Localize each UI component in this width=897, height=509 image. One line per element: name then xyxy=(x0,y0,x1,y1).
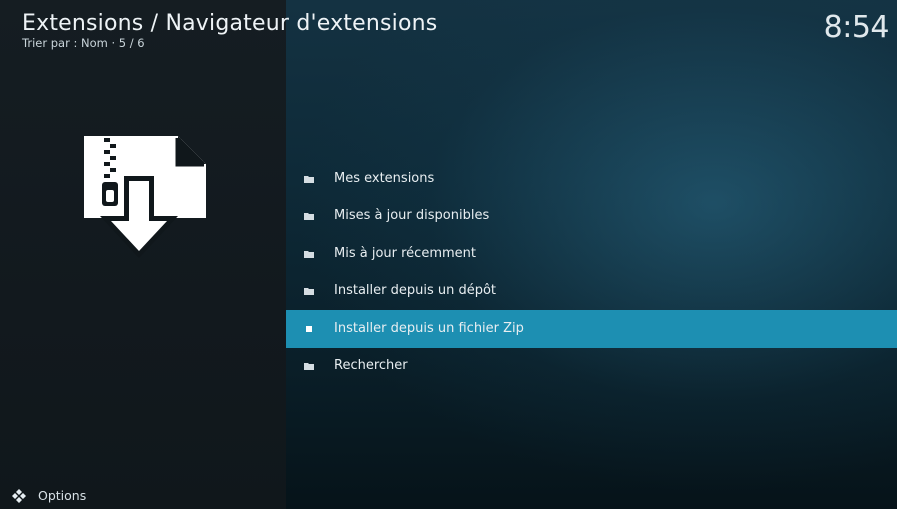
page-title: Extensions / Navigateur d'extensions xyxy=(22,11,438,36)
bullet-icon xyxy=(304,325,314,333)
menu-item-search[interactable]: Rechercher xyxy=(286,348,897,386)
menu-item-label: Mises à jour disponibles xyxy=(334,208,490,224)
menu-item-label: Mis à jour récemment xyxy=(334,245,476,261)
menu-item-label: Rechercher xyxy=(334,358,408,374)
folder-icon xyxy=(304,250,314,258)
options-icon xyxy=(12,488,26,503)
folder-icon xyxy=(304,287,314,296)
menu-item-my-addons[interactable]: Mes extensions xyxy=(286,160,897,198)
header: Extensions / Navigateur d'extensions Tri… xyxy=(22,11,438,51)
menu-item-label: Installer depuis un dépôt xyxy=(334,283,497,299)
sort-info: Trier par : Nom · 5 / 6 xyxy=(22,36,145,50)
folder-icon xyxy=(304,212,314,221)
menu-item-label: Mes extensions xyxy=(334,170,435,186)
options-label: Options xyxy=(38,488,87,503)
folder-icon xyxy=(304,175,314,183)
menu-item-label: Installer depuis un fichier Zip xyxy=(334,320,524,336)
menu-item-install-from-zip[interactable]: Installer depuis un fichier Zip xyxy=(286,310,897,348)
options-button[interactable]: Options xyxy=(12,488,86,503)
clock: 8:54 xyxy=(823,10,890,45)
menu-item-install-from-repository[interactable]: Installer depuis un dépôt xyxy=(286,273,897,311)
folder-icon xyxy=(304,362,314,371)
addon-browser-menu: Mes extensions Mises à jour disponibles … xyxy=(286,160,897,385)
menu-item-available-updates[interactable]: Mises à jour disponibles xyxy=(286,198,897,236)
zip-download-icon xyxy=(82,134,208,260)
menu-item-recently-updated[interactable]: Mis à jour récemment xyxy=(286,235,897,273)
